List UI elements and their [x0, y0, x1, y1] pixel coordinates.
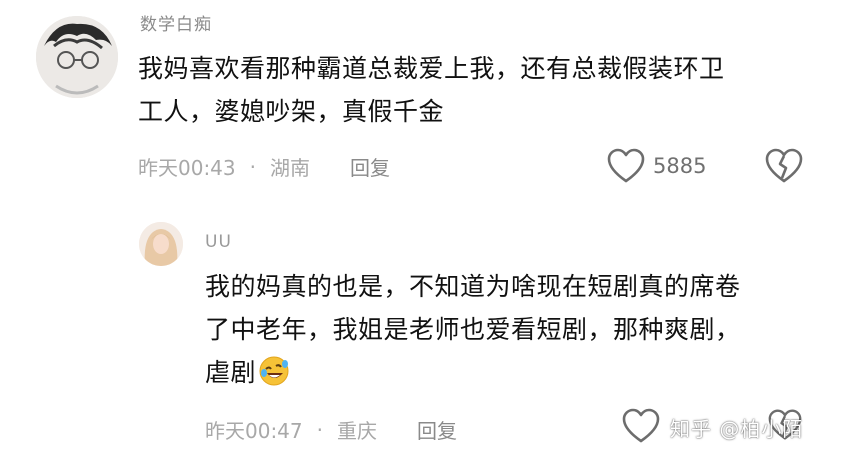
- reply-text-line-2: 了中老年，我姐是老师也爱看短剧，那种爽剧，: [205, 315, 741, 344]
- comment-location: 湖南: [270, 156, 310, 180]
- heart-outline-icon: [607, 148, 645, 184]
- reply-text-line-3-text: 虐剧: [205, 358, 257, 387]
- reply-time: 昨天00:47: [205, 419, 303, 443]
- broken-heart-icon: [765, 148, 803, 184]
- watermark: 知乎 @柏小陌: [670, 417, 804, 441]
- replier-username[interactable]: UU: [205, 232, 232, 252]
- reply-meta: 昨天00:47 · 重庆 回复: [205, 415, 457, 444]
- reply-text-line-1: 我的妈真的也是，不知道为啥现在短剧真的席卷: [205, 272, 741, 301]
- like-button[interactable]: 5885: [607, 148, 706, 184]
- reply-text: 我的妈真的也是，不知道为啥现在短剧真的席卷 了中老年，我姐是老师也爱看短剧，那种…: [205, 265, 741, 400]
- avatar-commenter[interactable]: [36, 16, 118, 98]
- dislike-button[interactable]: [765, 148, 803, 188]
- comment-time: 昨天00:43: [138, 156, 236, 180]
- commenter-username[interactable]: 数学白痴: [140, 10, 212, 35]
- like-count: 5885: [653, 154, 707, 178]
- heart-outline-icon: [622, 408, 660, 444]
- reply-like-button[interactable]: [622, 408, 660, 444]
- comment-meta: 昨天00:43 · 湖南 回复: [138, 152, 390, 181]
- reply-location: 重庆: [337, 419, 377, 443]
- comment-text-line-2: 工人，婆媳吵架，真假千金: [138, 97, 445, 126]
- rolling-on-floor-laughing-emoji: [258, 355, 290, 400]
- comment-text: 我妈喜欢看那种霸道总裁爱上我，还有总裁假装环卫 工人，婆媳吵架，真假千金: [138, 47, 725, 133]
- reply-reply-button[interactable]: 回复: [417, 415, 457, 444]
- reply-button[interactable]: 回复: [350, 152, 390, 181]
- comment-text-line-1: 我妈喜欢看那种霸道总裁爱上我，还有总裁假装环卫: [138, 54, 725, 83]
- avatar-replier[interactable]: [139, 222, 183, 266]
- reply-text-line-3: 虐剧: [205, 351, 741, 400]
- separator-dot: ·: [316, 417, 323, 442]
- separator-dot: ·: [249, 154, 256, 179]
